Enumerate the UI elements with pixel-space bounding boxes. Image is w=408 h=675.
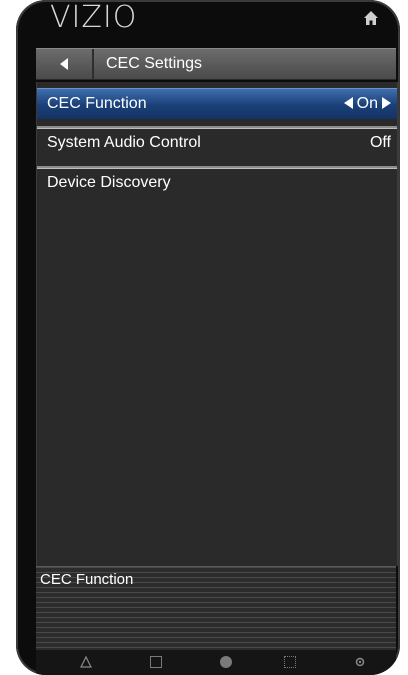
square-icon[interactable] xyxy=(150,656,162,668)
menu-item-label: System Audio Control xyxy=(47,134,201,151)
back-button[interactable] xyxy=(36,49,94,79)
value-prev-arrow-icon[interactable] xyxy=(343,96,353,109)
page-title: CEC Settings xyxy=(106,55,203,72)
menu-item-value: On xyxy=(343,89,391,119)
back-arrow-icon xyxy=(60,58,68,70)
brand-logo: VIZIO xyxy=(50,0,138,35)
circle-icon[interactable] xyxy=(220,656,232,668)
triangle-icon[interactable] xyxy=(80,656,92,668)
settings-menu: CEC Function On System Audio Control Off… xyxy=(36,82,398,566)
menu-item-system-audio-control[interactable]: System Audio Control Off xyxy=(37,126,397,158)
description-text: CEC Function xyxy=(40,571,134,588)
home-icon[interactable] xyxy=(363,10,379,26)
description-panel: CEC Function xyxy=(36,566,396,651)
gear-icon[interactable] xyxy=(354,656,366,668)
grid-icon[interactable] xyxy=(284,656,296,668)
menu-item-cec-function[interactable]: CEC Function On xyxy=(37,88,397,119)
menu-item-value: Off xyxy=(369,134,391,151)
tv-screen: VIZIO CEC Settings CEC Function On Syste… xyxy=(16,0,400,675)
value-next-arrow-icon[interactable] xyxy=(382,96,391,109)
cec-function-value: On xyxy=(356,95,378,112)
menu-item-device-discovery[interactable]: Device Discovery xyxy=(37,166,397,198)
menu-item-label: Device Discovery xyxy=(47,174,171,191)
top-bar: VIZIO xyxy=(16,0,400,42)
menu-item-label: CEC Function xyxy=(47,95,147,112)
breadcrumb: CEC Settings xyxy=(36,48,396,80)
